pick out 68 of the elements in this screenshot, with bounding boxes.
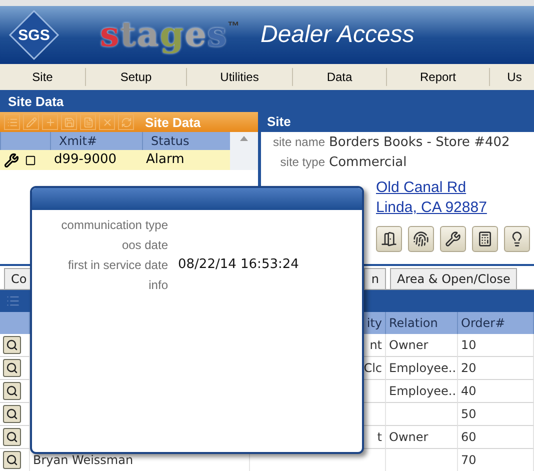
search-icon bbox=[6, 339, 18, 351]
list-icon bbox=[6, 294, 20, 308]
fingerprint-button[interactable] bbox=[408, 226, 434, 252]
tools-button[interactable] bbox=[440, 226, 466, 252]
door-button[interactable] bbox=[376, 226, 402, 252]
column-header: Xmit# bbox=[50, 132, 142, 150]
menu-item[interactable]: Utilities bbox=[187, 68, 293, 86]
table-cell: d99-9000 bbox=[50, 150, 142, 170]
search-button[interactable] bbox=[3, 359, 21, 377]
column-header bbox=[0, 132, 50, 150]
table-cell: Employee.. bbox=[386, 380, 458, 403]
keypad-icon bbox=[477, 231, 493, 247]
table-cell: 10 bbox=[458, 334, 534, 357]
search-icon bbox=[6, 385, 18, 397]
table-cell bbox=[386, 403, 458, 426]
table-cell: Employee.. bbox=[386, 357, 458, 380]
search-icon bbox=[6, 362, 18, 374]
field-label: communication type bbox=[60, 217, 168, 234]
list-title: Site Data bbox=[145, 114, 201, 130]
table-cell: 70 bbox=[458, 449, 534, 471]
column-header: Status bbox=[142, 132, 230, 150]
search-button[interactable] bbox=[3, 382, 21, 400]
table-cell: 40 bbox=[458, 380, 534, 403]
stages-logo: stages™ bbox=[100, 15, 240, 55]
door-icon bbox=[381, 231, 397, 247]
search-button[interactable] bbox=[3, 451, 21, 469]
table-cell: Alarm bbox=[142, 150, 230, 170]
column-header bbox=[0, 312, 30, 334]
field-value: Commercial bbox=[329, 154, 408, 170]
keypad-button[interactable] bbox=[472, 226, 498, 252]
menu-item[interactable]: Report bbox=[387, 68, 490, 86]
address-link[interactable]: Linda, CA 92887 bbox=[376, 198, 534, 218]
column-header: Order# bbox=[458, 312, 534, 334]
table-cell: 60 bbox=[458, 426, 534, 449]
field-label: site name bbox=[272, 135, 325, 149]
lamp-button[interactable] bbox=[504, 226, 530, 252]
search-icon bbox=[6, 454, 18, 466]
app-title: Dealer Access bbox=[260, 21, 414, 49]
search-button[interactable] bbox=[3, 336, 21, 354]
field-label: oos date bbox=[120, 237, 168, 254]
wrench-icon[interactable] bbox=[4, 152, 19, 168]
field-label: first in service date bbox=[66, 257, 168, 274]
search-icon bbox=[6, 431, 18, 443]
field-label: info bbox=[148, 277, 168, 294]
field-value: 08/22/14 16:53:24 bbox=[178, 256, 300, 274]
search-button[interactable] bbox=[3, 405, 21, 423]
section-title: Site Data bbox=[0, 90, 534, 112]
table-cell: Owner bbox=[386, 334, 458, 357]
fingerprint-icon bbox=[413, 231, 429, 247]
table-cell: 50 bbox=[458, 403, 534, 426]
table-cell: Owner bbox=[386, 426, 458, 449]
menu-item[interactable]: Data bbox=[293, 68, 387, 86]
menu-item[interactable]: Setup bbox=[86, 68, 187, 86]
menu-item[interactable]: Us bbox=[490, 68, 534, 86]
sgs-logo: SGS bbox=[8, 9, 60, 61]
menu-item[interactable]: Site bbox=[0, 68, 86, 86]
note-icon[interactable] bbox=[25, 154, 36, 166]
field-value: Borders Books - Store #402 bbox=[329, 134, 511, 150]
tab[interactable]: Area & Open/Close bbox=[390, 268, 518, 289]
field-label: site type bbox=[279, 155, 325, 169]
address-link[interactable]: Old Canal Rd bbox=[376, 178, 534, 198]
search-icon bbox=[6, 408, 18, 420]
panel-title: Site bbox=[261, 112, 534, 132]
column-header: Relation bbox=[386, 312, 458, 334]
search-button[interactable] bbox=[3, 428, 21, 446]
wrench-icon bbox=[445, 231, 461, 247]
table-cell: 20 bbox=[458, 357, 534, 380]
tab[interactable]: n bbox=[364, 268, 386, 289]
